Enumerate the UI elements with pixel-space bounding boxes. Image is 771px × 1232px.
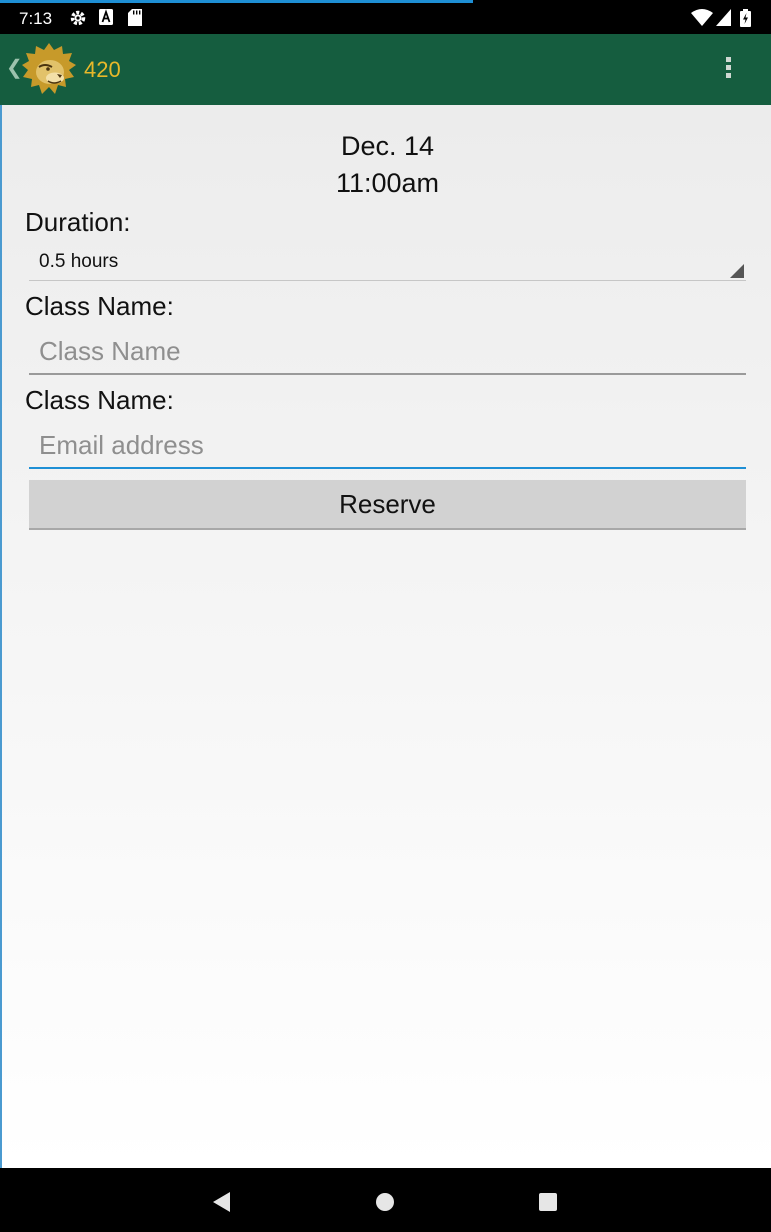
reservation-time: 11:00am — [335, 168, 440, 198]
overflow-menu-icon[interactable] — [716, 54, 740, 86]
font-a-icon — [99, 9, 113, 25]
actionbar-title: 420 — [84, 57, 121, 82]
email-input[interactable] — [29, 427, 746, 469]
status-bar: 7:13 — [0, 0, 771, 34]
status-accent-line — [0, 0, 473, 3]
sd-card-icon — [128, 9, 142, 26]
home-icon[interactable] — [368, 1185, 402, 1219]
class-name-input[interactable] — [29, 333, 746, 375]
duration-label: Duration: — [25, 207, 131, 237]
signal-icon — [716, 9, 731, 26]
status-time: 7:13 — [19, 9, 53, 28]
duration-selected-value: 0.5 hours — [39, 251, 119, 272]
app-screen: 7:13 ❮ 420 Dec. 14 11:00am Duration: 0.5… — [0, 0, 771, 1232]
gear-icon — [70, 10, 86, 26]
lion-logo-icon[interactable] — [21, 41, 77, 97]
navigation-bar — [0, 1168, 771, 1232]
battery-icon — [740, 9, 751, 27]
email-label: Class Name: — [25, 385, 174, 415]
action-bar: ❮ 420 — [0, 34, 771, 105]
class-name-label: Class Name: — [25, 291, 174, 321]
reservation-date: Dec. 14 — [340, 131, 435, 161]
back-icon[interactable] — [205, 1185, 239, 1219]
recents-icon[interactable] — [531, 1185, 565, 1219]
dropdown-triangle-icon — [730, 264, 744, 278]
wifi-icon — [691, 9, 713, 26]
reservation-form: Dec. 14 11:00am Duration: 0.5 hours Clas… — [0, 105, 771, 1168]
reserve-button[interactable]: Reserve — [29, 480, 746, 530]
duration-spinner[interactable]: 0.5 hours — [29, 247, 746, 281]
